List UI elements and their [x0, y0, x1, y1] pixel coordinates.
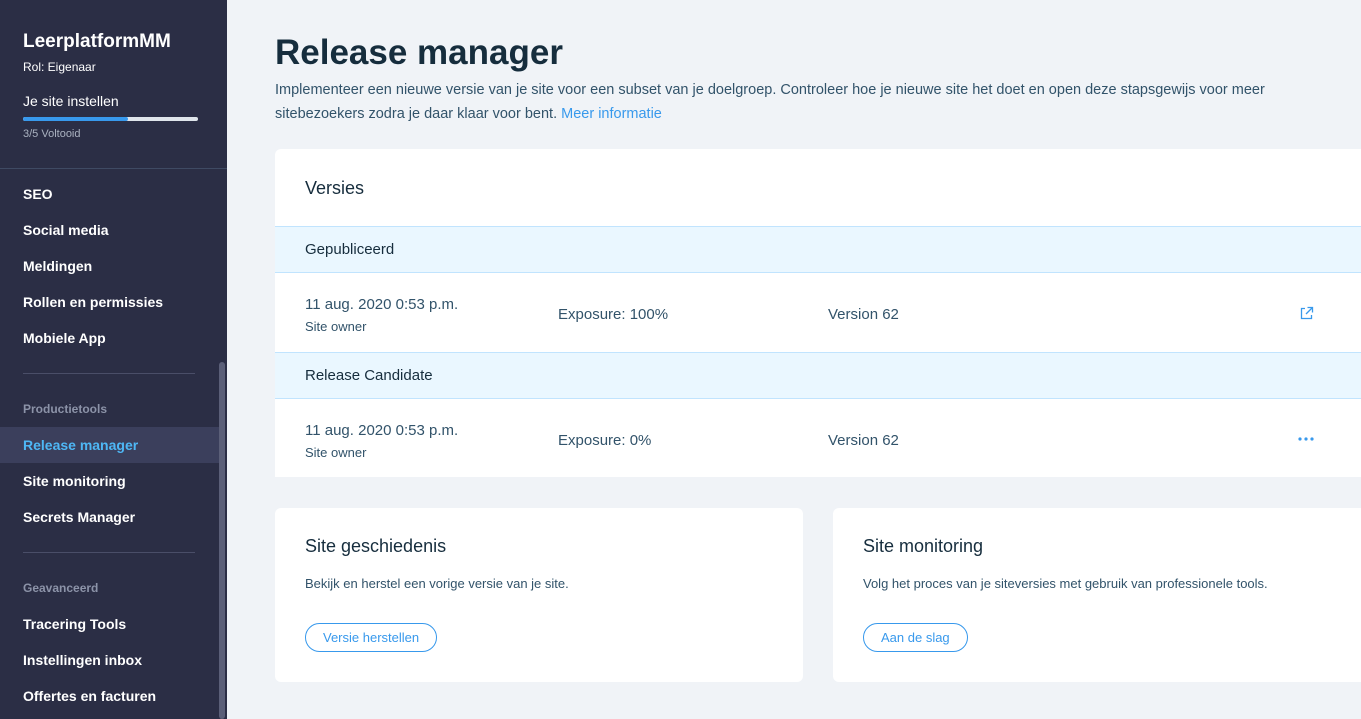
site-setup-link[interactable]: Je site instellen: [23, 93, 119, 109]
sidebar-divider: [0, 168, 227, 169]
site-role: Rol: Eigenaar: [23, 60, 96, 74]
sidebar-item-tracking-tools[interactable]: Tracering Tools: [0, 606, 219, 642]
setup-progress-fill: [23, 117, 128, 121]
version-exposure: Exposure: 100%: [558, 306, 669, 323]
sidebar-separator: [23, 373, 195, 374]
sidebar-item-seo[interactable]: SEO: [0, 176, 219, 212]
sidebar-item-notifications[interactable]: Meldingen: [0, 248, 219, 284]
version-number: Version 62: [828, 306, 899, 323]
page-description-text: Implementeer een nieuwe versie van je si…: [275, 82, 1265, 122]
sidebar-separator: [23, 552, 195, 553]
versions-card: Versies Gepubliceerd 11 aug. 2020 0:53 p…: [275, 149, 1361, 477]
published-section-header: Gepubliceerd: [275, 226, 1361, 273]
site-monitoring-description: Volg het proces van je siteversies met g…: [863, 576, 1268, 591]
sidebar-item-social-media[interactable]: Social media: [0, 212, 219, 248]
version-owner: Site owner: [305, 445, 367, 460]
restore-version-button[interactable]: Versie herstellen: [305, 623, 438, 652]
version-row-candidate: 11 aug. 2020 0:53 p.m. Site owner Exposu…: [275, 400, 1361, 477]
sidebar-item-site-monitoring[interactable]: Site monitoring: [0, 463, 219, 499]
sidebar: LeerplatformMM Rol: Eigenaar Je site ins…: [0, 0, 227, 719]
versions-title: Versies: [305, 178, 365, 198]
setup-progress-text: 3/5 Voltooid: [23, 128, 81, 140]
sidebar-scrollbar[interactable]: [219, 362, 225, 719]
more-options-icon[interactable]: [1297, 430, 1315, 448]
sidebar-item-release-manager[interactable]: Release manager: [0, 427, 219, 463]
version-owner: Site owner: [305, 319, 367, 334]
version-date: 11 aug. 2020 0:53 p.m.: [305, 422, 459, 439]
more-info-link[interactable]: Meer informatie: [561, 106, 662, 122]
external-link-icon[interactable]: [1297, 304, 1315, 322]
site-name: LeerplatformMM: [23, 31, 171, 52]
page-description: Implementeer een nieuwe versie van je si…: [275, 78, 1345, 126]
get-started-button[interactable]: Aan de slag: [863, 623, 968, 652]
site-history-title: Site geschiedenis: [305, 536, 447, 556]
sidebar-item-mobile-app[interactable]: Mobiele App: [0, 320, 219, 356]
setup-progress-bar: [23, 117, 198, 121]
version-number: Version 62: [828, 432, 899, 449]
version-row-published: 11 aug. 2020 0:53 p.m. Site owner Exposu…: [275, 274, 1361, 352]
release-candidate-section-header: Release Candidate: [275, 352, 1361, 399]
sidebar-item-roles-permissions[interactable]: Rollen en permissies: [0, 284, 219, 320]
sidebar-item-secrets-manager[interactable]: Secrets Manager: [0, 499, 219, 535]
sidebar-item-inbox-settings[interactable]: Instellingen inbox: [0, 642, 219, 678]
site-monitoring-title: Site monitoring: [863, 536, 984, 556]
version-exposure: Exposure: 0%: [558, 432, 652, 449]
site-monitoring-card: Site monitoring Volg het proces van je s…: [833, 508, 1361, 682]
sidebar-item-quotes-invoices[interactable]: Offertes en facturen: [0, 678, 219, 714]
page-title: Release manager: [275, 33, 563, 72]
version-date: 11 aug. 2020 0:53 p.m.: [305, 296, 459, 313]
site-history-description: Bekijk en herstel een vorige versie van …: [305, 576, 569, 591]
site-history-card: Site geschiedenis Bekijk en herstel een …: [275, 508, 803, 682]
sidebar-section-production: Productietools: [23, 402, 108, 416]
sidebar-section-advanced: Geavanceerd: [23, 581, 99, 595]
